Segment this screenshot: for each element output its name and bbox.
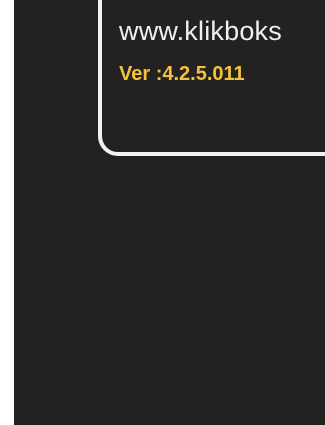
app-screen: www.klikboks Ver :4.2.5.011 <box>14 0 325 425</box>
version-label: Ver :4.2.5.011 <box>119 63 245 85</box>
site-url-text: www.klikboks <box>119 16 282 46</box>
